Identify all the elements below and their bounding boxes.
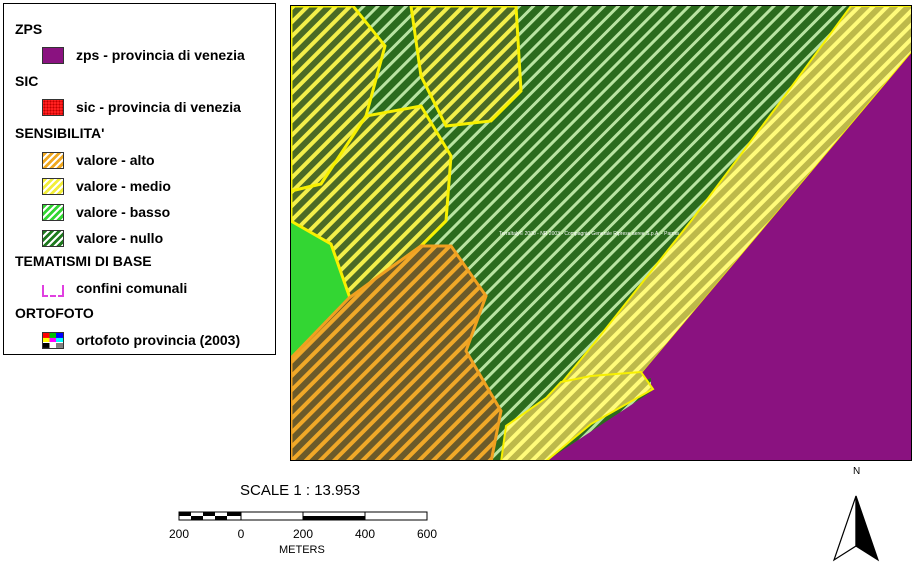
legend-item-nullo: valore - nullo [42,228,163,248]
medio-swatch [42,177,64,195]
scale-label: SCALE 1 : 13.953 [240,482,361,499]
alto-swatch [42,151,64,169]
legend-label-sic: sic - provincia di venezia [76,99,241,115]
sic-swatch [42,98,64,116]
legend-item-sic: sic - provincia di venezia [42,97,241,117]
legend-heading-ortofoto: ORTOFOTO [15,305,94,321]
map-legend: ZPS zps - provincia di venezia SIC sic -… [3,3,276,355]
scale-tick-400: 400 [354,527,376,541]
scale-units: METERS [279,544,325,556]
scale-tick-600: 600 [416,527,438,541]
nullo-swatch [42,229,64,247]
legend-item-ortofoto: ortofoto provincia (2003) [42,330,240,350]
legend-heading-tematismi: TEMATISMI DI BASE [15,253,152,269]
legend-label-basso: valore - basso [76,204,171,220]
scale-bar: 200 0 200 400 600 METERS [165,506,445,566]
legend-heading-sensibilita: SENSIBILITA' [15,125,105,141]
legend-item-confini: confini comunali [42,278,187,298]
legend-label-nullo: valore - nullo [76,230,164,246]
map-canvas[interactable]: TerraItaly© 2000 - NR 2003 - Compagnia G… [291,6,912,461]
map-copyright: TerraItaly© 2000 - NR 2003 - Compagnia G… [499,230,679,237]
legend-item-alto: valore - alto [42,150,155,170]
confini-swatch [42,285,64,297]
legend-label-confini: confini comunali [76,280,188,296]
ortofoto-swatch [42,331,64,349]
scale-tick-0: 0 [237,527,245,541]
legend-heading-sic: SIC [15,73,39,89]
basso-swatch [42,203,64,221]
scale-bar-graphic [178,511,428,521]
legend-label-alto: valore - alto [76,152,155,168]
zps-swatch [42,46,64,64]
legend-heading-zps: ZPS [15,21,43,37]
scale-tick-left-200: 200 [168,527,190,541]
scale-tick-200: 200 [292,527,314,541]
north-arrow: N [828,466,884,566]
legend-item-basso: valore - basso [42,202,170,222]
legend-item-zps: zps - provincia di venezia [42,45,245,65]
legend-item-medio: valore - medio [42,176,171,196]
legend-label-ortofoto: ortofoto provincia (2003) [76,332,241,348]
legend-label-zps: zps - provincia di venezia [76,47,245,63]
legend-label-medio: valore - medio [76,178,171,194]
map-frame[interactable]: TerraItaly© 2000 - NR 2003 - Compagnia G… [290,5,912,461]
north-arrow-icon [832,495,880,562]
